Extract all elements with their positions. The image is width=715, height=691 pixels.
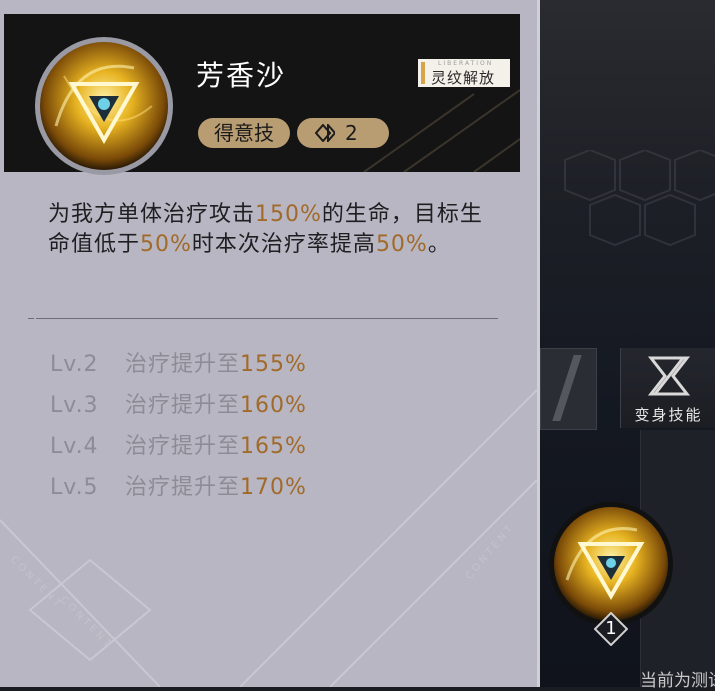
skill-description: 为我方单体治疗攻击150%的生命，目标生命值低于50%时本次治疗率提高50%。 bbox=[48, 202, 483, 257]
divider-dot bbox=[28, 318, 34, 319]
skill-cost-value: 2 bbox=[345, 121, 358, 145]
liberation-en-label: LIBERATION bbox=[438, 60, 494, 67]
hex-pattern-decoration bbox=[564, 150, 715, 247]
skill-slot-locked[interactable] bbox=[540, 348, 597, 430]
transform-skill-label: 变身技能 bbox=[634, 406, 703, 424]
liberation-button[interactable]: LIBERATION 灵纹解放 bbox=[418, 59, 510, 87]
level-row: Lv.5 治疗提升至170% bbox=[50, 475, 307, 500]
liberation-cn-label: 灵纹解放 bbox=[431, 69, 496, 87]
level-row: Lv.2 治疗提升至155% bbox=[50, 352, 307, 377]
skill-type-tag: 得意技 bbox=[198, 118, 290, 148]
skill-header: 芳香沙 得意技 2 LIBERATION 灵纹解放 bbox=[4, 14, 520, 175]
skill-cost-tag: 2 bbox=[297, 118, 389, 148]
divider bbox=[36, 318, 498, 319]
diamond-link-icon bbox=[315, 124, 335, 142]
svg-text:CONTENT: CONTENT bbox=[58, 594, 115, 651]
level-row: Lv.4 治疗提升至165% bbox=[50, 434, 307, 459]
transform-x-icon bbox=[647, 356, 691, 396]
skill-detail-card: CONTENT CONTENT CONTENT 芳香沙 得意技 2 LIBERA… bbox=[0, 0, 540, 687]
liberation-accent-bar bbox=[421, 62, 425, 84]
skill-icon-button[interactable] bbox=[547, 500, 675, 628]
skill-level-number: 1 bbox=[605, 618, 617, 639]
skill-name: 芳香沙 bbox=[196, 59, 287, 92]
svg-text:CONTENT: CONTENT bbox=[8, 554, 65, 611]
golden-triangle-eye-icon bbox=[35, 37, 173, 175]
level-row: Lv.3 治疗提升至160% bbox=[50, 393, 307, 418]
transform-skill-button[interactable]: 变身技能 bbox=[620, 348, 715, 428]
svg-text:CONTENT: CONTENT bbox=[464, 522, 517, 582]
bottom-status-text: 当前为测试 bbox=[640, 671, 715, 691]
